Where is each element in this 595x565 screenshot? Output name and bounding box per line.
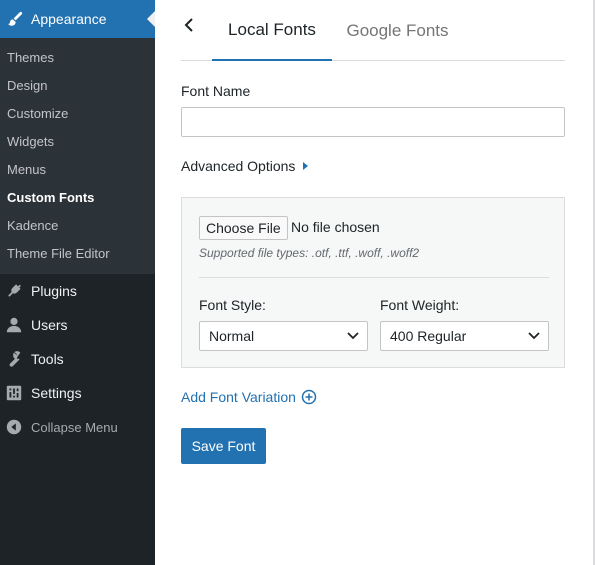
font-upload-panel: Choose File No file chosen Supported fil… bbox=[181, 197, 565, 368]
font-style-select[interactable]: Normal bbox=[199, 321, 368, 351]
menu-item-users[interactable]: Users bbox=[0, 308, 155, 342]
font-weight-value: 400 Regular bbox=[390, 328, 467, 344]
submenu-item-themes[interactable]: Themes bbox=[0, 44, 155, 72]
submenu-item-design[interactable]: Design bbox=[0, 72, 155, 100]
back-button[interactable] bbox=[181, 16, 197, 38]
menu-item-tools[interactable]: Tools bbox=[0, 342, 155, 376]
add-font-variation-label: Add Font Variation bbox=[181, 389, 296, 405]
menu-item-settings[interactable]: Settings bbox=[0, 376, 155, 410]
menu-item-label: Settings bbox=[31, 385, 82, 401]
plus-circle-icon bbox=[301, 389, 317, 405]
submenu-item-theme-file-editor[interactable]: Theme File Editor bbox=[0, 240, 155, 268]
supported-file-types: Supported file types: .otf, .ttf, .woff,… bbox=[199, 246, 420, 260]
advanced-options-toggle[interactable]: Advanced Options bbox=[181, 158, 309, 174]
caret-right-icon bbox=[303, 162, 309, 170]
font-weight-label: Font Weight: bbox=[380, 297, 460, 313]
admin-sidebar: Appearance Themes Design Customize Widge… bbox=[0, 0, 155, 565]
settings-icon bbox=[4, 383, 24, 403]
submenu-item-menus[interactable]: Menus bbox=[0, 156, 155, 184]
menu-item-label: Appearance bbox=[31, 11, 107, 27]
font-weight-select[interactable]: 400 Regular bbox=[380, 321, 549, 351]
paintbrush-icon bbox=[5, 9, 25, 29]
add-font-variation-button[interactable]: Add Font Variation bbox=[181, 389, 317, 405]
menu-item-label: Collapse Menu bbox=[31, 419, 118, 435]
submenu-item-customize[interactable]: Customize bbox=[0, 100, 155, 128]
save-font-button[interactable]: Save Font bbox=[181, 428, 266, 464]
font-style-value: Normal bbox=[209, 328, 255, 344]
submenu-item-widgets[interactable]: Widgets bbox=[0, 128, 155, 156]
file-status: No file chosen bbox=[291, 219, 380, 235]
tab-google-fonts[interactable]: Google Fonts bbox=[332, 0, 463, 61]
collapse-menu-button[interactable]: Collapse Menu bbox=[0, 410, 155, 444]
plugin-icon bbox=[4, 281, 24, 301]
font-name-input[interactable] bbox=[181, 107, 565, 137]
chevron-down-icon bbox=[347, 332, 359, 340]
main-content: Local Fonts Google Fonts Font Name Advan… bbox=[155, 0, 595, 565]
users-icon bbox=[4, 315, 24, 335]
collapse-icon bbox=[4, 417, 24, 437]
chevron-down-icon bbox=[528, 332, 540, 340]
advanced-options-label: Advanced Options bbox=[181, 158, 296, 174]
submenu-item-custom-fonts[interactable]: Custom Fonts bbox=[0, 184, 155, 212]
tab-local-fonts[interactable]: Local Fonts bbox=[212, 0, 332, 61]
wrench-icon bbox=[4, 349, 24, 369]
menu-item-label: Tools bbox=[31, 351, 64, 367]
menu-item-label: Plugins bbox=[31, 283, 77, 299]
menu-item-label: Users bbox=[31, 317, 68, 333]
admin-main-menu: Plugins Users Tools Settings Collapse Me… bbox=[0, 274, 155, 444]
font-tabs: Local Fonts Google Fonts bbox=[181, 0, 565, 61]
appearance-submenu: Themes Design Customize Widgets Menus Cu… bbox=[0, 38, 155, 274]
font-name-label: Font Name bbox=[181, 83, 251, 99]
menu-item-appearance[interactable]: Appearance bbox=[0, 0, 155, 38]
choose-file-button[interactable]: Choose File bbox=[199, 216, 288, 240]
chevron-left-icon bbox=[184, 17, 194, 38]
submenu-item-kadence[interactable]: Kadence bbox=[0, 212, 155, 240]
font-style-label: Font Style: bbox=[199, 297, 266, 313]
divider bbox=[199, 277, 549, 278]
current-menu-pointer bbox=[147, 11, 155, 27]
menu-item-plugins[interactable]: Plugins bbox=[0, 274, 155, 308]
